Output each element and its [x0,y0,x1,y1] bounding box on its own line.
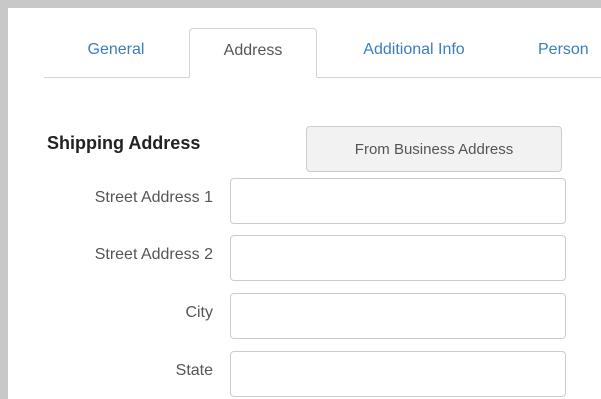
street-address-2-input[interactable] [230,235,566,281]
state-label: State [175,362,213,379]
tab-additional-info[interactable]: Additional Info [334,28,494,76]
street-address-1-input[interactable] [230,178,566,224]
street-address-2-label: Street Address 2 [94,246,213,263]
state-input[interactable] [230,351,566,397]
form-panel: General Address Additional Info Person S… [8,8,601,399]
tab-bar: General Address Additional Info Person [44,28,601,78]
city-input[interactable] [230,293,566,339]
tab-person[interactable]: Person [516,28,601,76]
shipping-address-heading: Shipping Address [47,133,201,153]
from-business-address-button[interactable]: From Business Address [306,126,562,172]
street-address-1-label: Street Address 1 [94,189,213,206]
tab-address[interactable]: Address [189,28,317,78]
city-label: City [185,304,213,321]
tab-general[interactable]: General [44,28,188,76]
